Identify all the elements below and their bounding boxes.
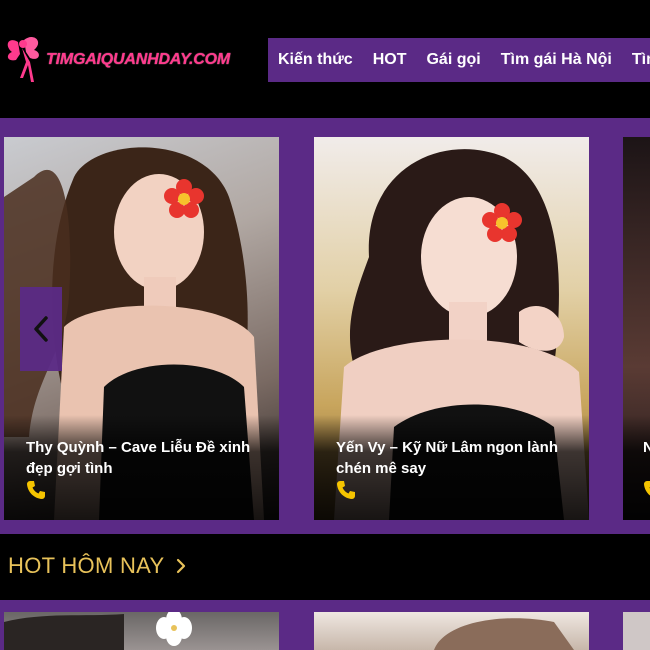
- flower-sticker-icon: [482, 203, 522, 242]
- phone-icon[interactable]: [336, 480, 356, 500]
- phone-icon[interactable]: [643, 480, 650, 500]
- slider-prev-button[interactable]: [20, 287, 62, 371]
- chevron-left-icon: [34, 316, 48, 342]
- site-logo[interactable]: TIMGAIQUANHDAY.COM: [4, 30, 230, 90]
- section-heading-hot[interactable]: HOT HÔM NAY: [8, 553, 187, 579]
- card-title[interactable]: Thy Quỳnh – Cave Liễu Đề xinh đẹp gợi tì…: [26, 437, 266, 479]
- nav-item-hot[interactable]: HOT: [363, 51, 417, 69]
- nav-item-gai-goi[interactable]: Gái gọi: [416, 51, 490, 69]
- featured-card[interactable]: N c: [623, 137, 650, 520]
- hot-card-photo: [4, 612, 192, 650]
- chevron-right-icon: [176, 558, 185, 574]
- flower-sticker-icon: [164, 179, 204, 218]
- hot-card[interactable]: [314, 612, 589, 650]
- nav-item-tim-gai-ha-noi[interactable]: Tìm gái Hà Nội: [491, 51, 622, 69]
- fairy-logo-icon: [7, 37, 39, 82]
- hot-card[interactable]: [623, 612, 650, 650]
- card-title[interactable]: N c: [643, 437, 650, 458]
- card-title[interactable]: Yến Vy – Kỹ Nữ Lâm ngon lành chén mê say: [336, 437, 576, 479]
- main-nav: Kiến thức HOT Gái gọi Tìm gái Hà Nội Tìm: [268, 38, 650, 82]
- site-header: TIMGAIQUANHDAY.COM Kiến thức HOT Gái gọi…: [0, 0, 650, 118]
- featured-card[interactable]: Yến Vy – Kỹ Nữ Lâm ngon lành chén mê say: [314, 137, 589, 520]
- hot-card[interactable]: [4, 612, 279, 650]
- nav-item-tim[interactable]: Tìm: [622, 51, 650, 69]
- hot-card-photo: [434, 618, 574, 650]
- logo-text: TIMGAIQUANHDAY.COM: [46, 51, 230, 68]
- card-caption: [623, 415, 650, 520]
- nav-item-kien-thuc[interactable]: Kiến thức: [268, 51, 363, 69]
- phone-icon[interactable]: [26, 480, 46, 500]
- section-heading-text: HOT HÔM NAY: [8, 553, 165, 578]
